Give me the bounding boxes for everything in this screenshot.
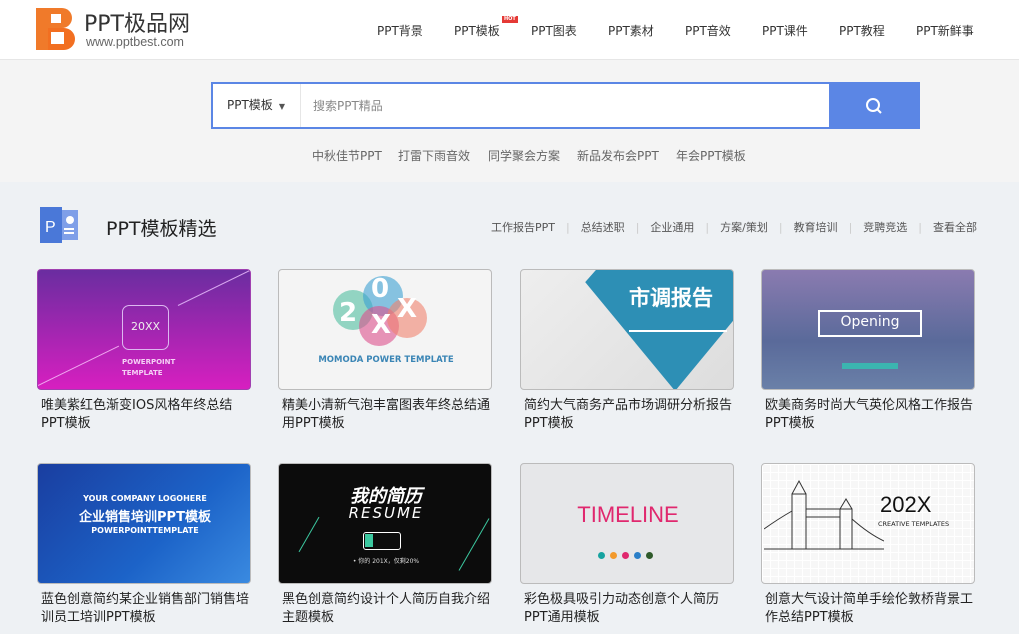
template-card[interactable]: 我的简历 RESUME • 你的 201X，仅剩20% 黑色创意简约设计个人简历…: [278, 463, 492, 627]
divider: |: [778, 220, 783, 234]
category-link[interactable]: 工作报告PPT: [491, 219, 555, 235]
nav-ppt-template[interactable]: PPT模板: [454, 22, 500, 39]
svg-text:P: P: [45, 219, 56, 236]
divider: |: [918, 220, 922, 234]
thumb-text: 20XX: [130, 320, 161, 333]
logo-icon[interactable]: [36, 8, 76, 50]
hot-tag[interactable]: 打雷下雨音效: [398, 147, 470, 164]
thumb-text: X: [371, 310, 392, 340]
nav-ppt-background[interactable]: PPT背景: [377, 22, 423, 39]
search-bar: PPT模板 ▼: [211, 82, 920, 129]
hot-tag[interactable]: 同学聚会方案: [488, 147, 560, 164]
template-title[interactable]: 黑色创意简约设计个人简历自我介绍主题模板: [278, 591, 492, 627]
bridge-illustration: [764, 479, 884, 550]
template-title[interactable]: 简约大气商务产品市场调研分析报告PPT模板: [520, 397, 734, 433]
template-title[interactable]: 唯美紫红色渐变IOS风格年终总结PPT模板: [37, 397, 251, 433]
template-card[interactable]: 市调报告 简约大气商务产品市场调研分析报告PPT模板: [520, 269, 734, 433]
caret-down-icon: ▼: [278, 102, 285, 111]
powerpoint-icon: P: [40, 207, 78, 243]
divider: |: [565, 220, 570, 234]
search-category-select[interactable]: PPT模板 ▼: [213, 84, 301, 127]
section-category-links: 工作报告PPT | 总结述职 | 企业通用 | 方案/策划 | 教育培训 | 竞聘竞选 | …: [491, 219, 977, 235]
search-category-label: PPT模板: [227, 98, 273, 112]
nav-ppt-sound[interactable]: PPT音效: [685, 22, 731, 39]
template-card[interactable]: 20XX POWERPOINT TEMPLATE 唯美紫红色渐变IOS风格年终总…: [37, 269, 251, 433]
thumb-text: TEMPLATE: [122, 369, 163, 377]
category-link[interactable]: 企业通用: [650, 219, 694, 235]
template-title[interactable]: 创意大气设计简单手绘伦敦桥背景工作总结PPT模板: [761, 591, 975, 627]
category-link[interactable]: 总结述职: [581, 219, 625, 235]
template-thumbnail[interactable]: Opening: [761, 269, 975, 390]
hot-tag[interactable]: 中秋佳节PPT: [312, 147, 382, 164]
section-title: PPT模板精选: [106, 218, 217, 240]
view-all-link[interactable]: 查看全部: [933, 219, 977, 235]
template-card[interactable]: Opening 欧美商务时尚大气英伦风格工作报告PPT模板: [761, 269, 975, 433]
template-thumbnail[interactable]: 20XX POWERPOINT TEMPLATE: [37, 269, 251, 390]
hot-badge: HOT: [502, 16, 518, 23]
nav-ppt-tutorial[interactable]: PPT教程: [839, 22, 885, 39]
site-header: PPT极品网 www.pptbest.com PPT背景 PPT模板 HOT P…: [0, 0, 1019, 60]
divider: |: [848, 220, 853, 234]
category-link[interactable]: 竞聘竞选: [863, 219, 907, 235]
category-link[interactable]: 方案/策划: [720, 219, 768, 235]
search-button[interactable]: [829, 84, 918, 127]
nav-ppt-news[interactable]: PPT新鲜事: [916, 22, 974, 39]
nav-ppt-courseware[interactable]: PPT课件: [762, 22, 808, 39]
thumb-text: 202X: [880, 492, 932, 517]
thumb-text: MOMODA POWER TEMPLATE: [318, 355, 454, 365]
thumb-text: POWERPOINT: [122, 358, 176, 366]
category-link[interactable]: 教育培训: [794, 219, 838, 235]
thumb-text: YOUR COMPANY LOGOHERE: [83, 494, 207, 503]
template-title[interactable]: 彩色极具吸引力动态创意个人简历PPT通用模板: [520, 591, 734, 627]
thumb-text: 2: [339, 298, 358, 328]
template-title[interactable]: 精美小清新气泡丰富图表年终总结通用PPT模板: [278, 397, 492, 433]
template-thumbnail[interactable]: 我的简历 RESUME • 你的 201X，仅剩20%: [278, 463, 492, 584]
template-card[interactable]: TIMELINE 彩色极具吸引力动态创意个人简历PPT通用模板: [520, 463, 734, 627]
hot-tag[interactable]: 新品发布会PPT: [577, 147, 659, 164]
template-thumbnail[interactable]: YOUR COMPANY LOGOHERE 企业销售培训PPT模板 POWERP…: [37, 463, 251, 584]
template-title[interactable]: 蓝色创意简约某企业销售部门销售培训员工培训PPT模板: [37, 591, 251, 627]
template-thumbnail[interactable]: 202X CREATIVE TEMPLATES: [761, 463, 975, 584]
thumb-text: Opening: [840, 314, 900, 330]
hot-tag[interactable]: 年会PPT模板: [676, 147, 746, 164]
thumb-text: 市调报告: [629, 286, 713, 310]
thumb-text: RESUME: [348, 504, 424, 522]
logo-name[interactable]: PPT极品网: [84, 6, 190, 38]
search-input[interactable]: [313, 84, 823, 127]
logo-url: www.pptbest.com: [86, 35, 184, 49]
template-card[interactable]: 202X CREATIVE TEMPLATES 创意大气设计简单手绘伦敦桥背景工…: [761, 463, 975, 627]
thumb-text: • 你的 201X，仅剩20%: [352, 558, 420, 565]
thumb-text: CREATIVE TEMPLATES: [878, 520, 950, 528]
thumb-text: POWERPOINTTEMPLATE: [91, 526, 199, 535]
divider: |: [705, 220, 710, 234]
template-thumbnail[interactable]: 2 0 X X MOMODA POWER TEMPLATE: [278, 269, 492, 390]
template-thumbnail[interactable]: TIMELINE: [520, 463, 734, 584]
template-card[interactable]: 2 0 X X MOMODA POWER TEMPLATE 精美小清新气泡丰富图…: [278, 269, 492, 433]
template-title[interactable]: 欧美商务时尚大气英伦风格工作报告PPT模板: [761, 397, 975, 433]
template-thumbnail[interactable]: 市调报告: [520, 269, 734, 390]
divider: |: [635, 220, 640, 234]
template-card[interactable]: YOUR COMPANY LOGOHERE 企业销售培训PPT模板 POWERP…: [37, 463, 251, 627]
thumb-text: 企业销售培训PPT模板: [79, 510, 211, 525]
thumb-text: 0: [371, 274, 390, 304]
thumb-text: TIMELINE: [577, 502, 679, 527]
nav-ppt-chart[interactable]: PPT图表: [531, 22, 577, 39]
nav-ppt-material[interactable]: PPT素材: [608, 22, 654, 39]
search-icon: [865, 97, 882, 114]
thumb-text: X: [397, 294, 418, 324]
